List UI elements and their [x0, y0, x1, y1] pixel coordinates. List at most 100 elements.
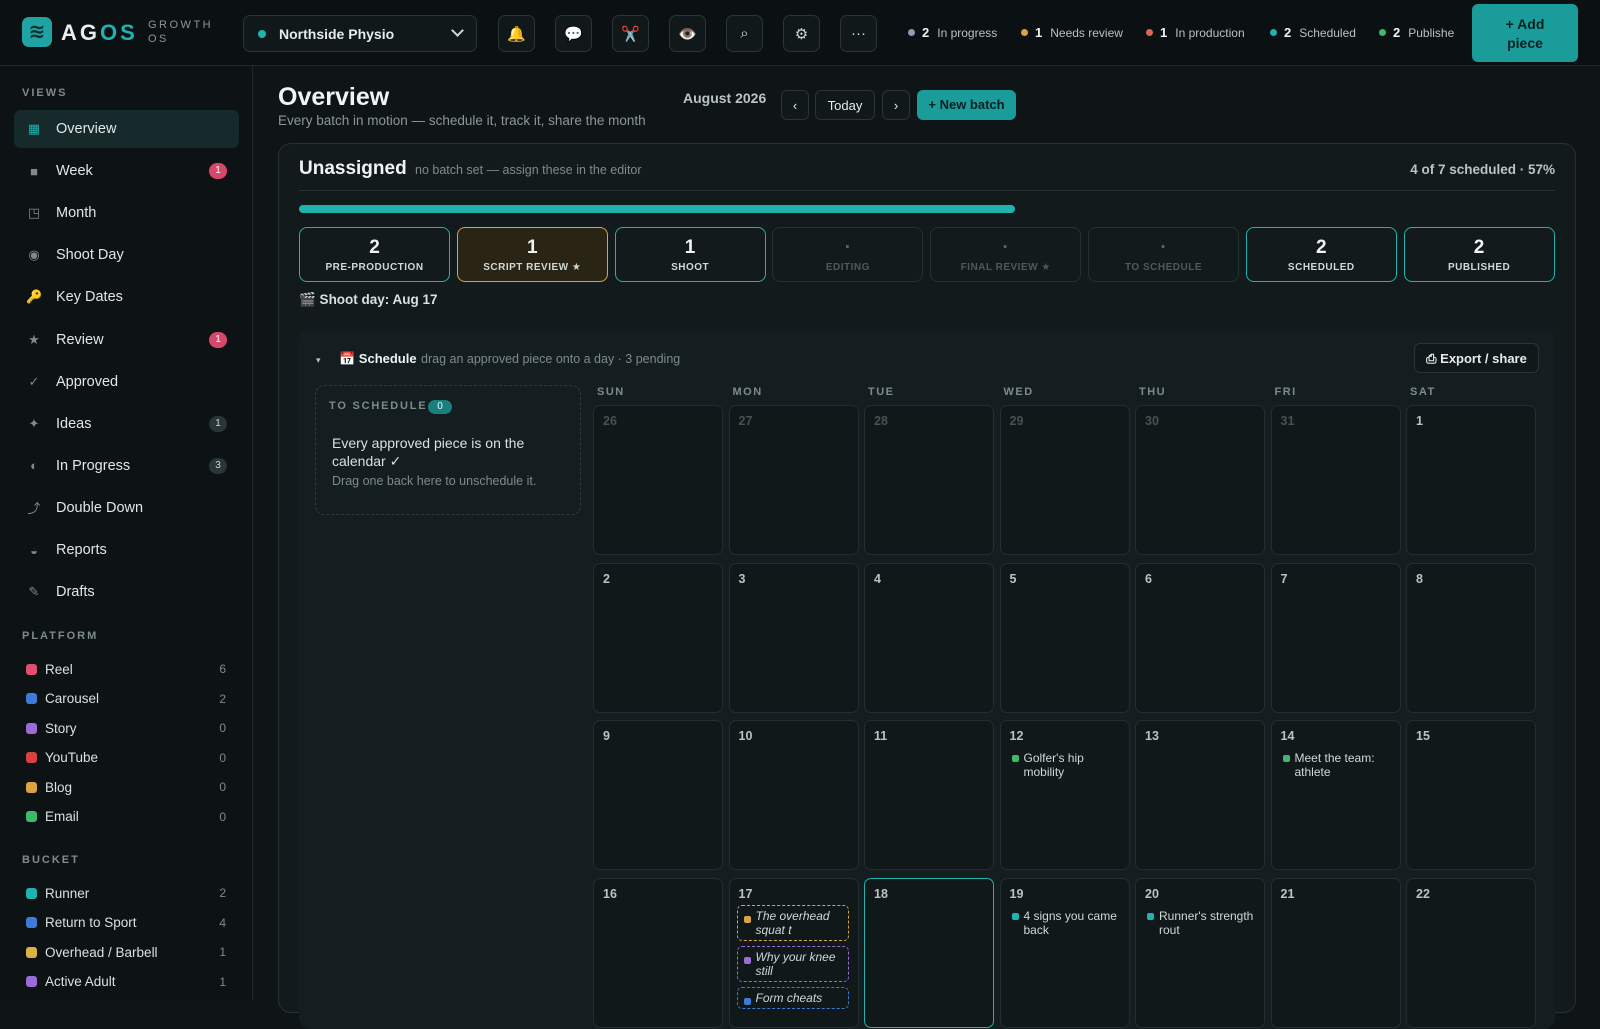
export-share-button[interactable]: ⎙ Export / share [1414, 343, 1539, 373]
calendar-day[interactable]: 11 [864, 720, 994, 871]
status-stat[interactable]: 2 Scheduled [1270, 25, 1356, 40]
sidebar-item-label: Drafts [56, 584, 95, 601]
calendar-day[interactable]: 22 [1406, 878, 1536, 1029]
calendar-day[interactable]: 8 [1406, 562, 1536, 713]
more-button[interactable]: ··· [840, 15, 877, 52]
prev-month-button[interactable]: ‹ [781, 90, 809, 120]
platform-youtube[interactable]: YouTube 0 [26, 748, 226, 768]
calendar-day[interactable]: 5 [999, 562, 1130, 713]
calendar-day[interactable]: 15 [1406, 720, 1536, 871]
calendar-day[interactable]: 7 [1270, 562, 1401, 713]
stage-card[interactable]: 2 PRE-PRODUCTION [299, 227, 450, 282]
calendar-day[interactable]: 1 [1406, 405, 1536, 555]
nav-icon: ✦ [28, 415, 40, 431]
calendar-day[interactable]: 3 [728, 562, 859, 713]
sidebar-item-approved[interactable]: ✓ Approved [14, 363, 239, 401]
platform-email[interactable]: Email 0 [26, 807, 226, 827]
collapse-caret-icon[interactable]: ▾ [316, 355, 321, 366]
scissors-button[interactable]: ✂️ [612, 15, 649, 52]
calendar-day[interactable]: 27 [728, 405, 859, 555]
status-stat[interactable]: 1 In production [1146, 25, 1245, 40]
calendar-day[interactable]: 12 Golfer's hip mobility [999, 720, 1130, 871]
day-number: 12 [1009, 729, 1024, 744]
count-badge: 1 [209, 415, 227, 432]
client-selector[interactable]: Northside Physio [243, 15, 477, 52]
sidebar-item-review[interactable]: ★ Review 1 [14, 321, 239, 359]
sidebar-item-ideas[interactable]: ✦ Ideas 1 [14, 405, 239, 443]
piece-color-dot [743, 916, 751, 924]
chevron-down-icon [451, 24, 464, 37]
calendar-day[interactable]: 6 [1135, 562, 1265, 713]
sidebar-item-week[interactable]: ■ Week 1 [14, 152, 239, 190]
next-month-button[interactable]: › [882, 90, 910, 120]
sidebar-item-label: Week [56, 163, 93, 180]
sidebar-item-shoot-day[interactable]: ◉ Shoot Day [14, 236, 239, 274]
sidebar-item-overview[interactable]: ▦ Overview [14, 110, 239, 148]
stage-card[interactable]: · TO SCHEDULE [1088, 227, 1239, 282]
gear-button[interactable]: ⚙ [783, 15, 820, 52]
calendar-day[interactable]: 10 [728, 720, 859, 871]
scheduled-piece[interactable]: Meet the team: athlete [1281, 751, 1393, 779]
bucket-return-to-sport[interactable]: Return to Sport 4 [26, 913, 226, 933]
stage-label: FINAL REVIEW ★ [960, 262, 1051, 273]
status-dot [908, 29, 915, 36]
platform-story[interactable]: Story 0 [26, 718, 226, 738]
calendar-day[interactable]: 17 The overhead squat t Why your knee stil… [728, 878, 859, 1029]
status-count: 1 [1160, 25, 1168, 40]
bucket-active-adult[interactable]: Active Adult 1 [26, 972, 226, 992]
pending-piece[interactable]: Why your knee still [736, 946, 849, 983]
calendar-day[interactable]: 13 [1135, 720, 1265, 871]
platform-reel[interactable]: Reel 6 [26, 659, 226, 679]
calendar-day[interactable]: 19 4 signs you came back [999, 878, 1130, 1029]
stage-card[interactable]: 1 SCRIPT REVIEW ★ [456, 227, 608, 282]
calendar-day[interactable]: 30 [1135, 405, 1265, 555]
chat-button[interactable]: 💬 [555, 15, 592, 52]
weekday-header: WED [1003, 386, 1034, 398]
stage-card[interactable]: 2 PUBLISHED [1403, 227, 1555, 282]
sidebar-item-in-progress[interactable]: ◐ In Progress 3 [14, 447, 239, 485]
platform-count: 2 [219, 691, 226, 706]
status-stat[interactable]: 2 In progress [908, 25, 997, 40]
stage-card[interactable]: · FINAL REVIEW ★ [930, 227, 1082, 282]
status-count: 2 [1284, 25, 1292, 40]
calendar-day[interactable]: 20 Runner's strength rout [1135, 878, 1265, 1029]
calendar-day[interactable]: 21 [1270, 878, 1401, 1029]
calendar-day[interactable]: 31 [1270, 405, 1401, 555]
new-batch-button[interactable]: + New batch [917, 90, 1016, 120]
calendar-day[interactable]: 14 Meet the team: athlete [1270, 720, 1401, 871]
stage-card[interactable]: · EDITING [772, 227, 924, 282]
day-number: 15 [1416, 729, 1430, 744]
scheduled-piece[interactable]: Runner's strength rout [1145, 909, 1257, 937]
calendar-day[interactable]: 29 [999, 405, 1130, 555]
calendar-day[interactable]: 2 [593, 562, 723, 713]
calendar-day[interactable]: 26 [593, 405, 723, 555]
bell-button[interactable]: 🔔 [498, 15, 535, 52]
pending-piece[interactable]: The overhead squat t [736, 905, 849, 942]
pending-piece[interactable]: Form cheats [736, 987, 849, 1010]
today-button[interactable]: Today [815, 90, 875, 120]
eye-button[interactable]: 👁️ [669, 15, 706, 52]
platform-carousel[interactable]: Carousel 2 [26, 689, 226, 709]
calendar-day[interactable]: 28 [864, 405, 994, 555]
calendar-day[interactable]: 16 [593, 878, 723, 1029]
add-piece-button[interactable]: + Add piece [1472, 4, 1578, 62]
scheduled-piece[interactable]: Golfer's hip mobility [1010, 751, 1122, 779]
calendar-day[interactable]: 9 [593, 720, 723, 871]
status-stat[interactable]: 1 Needs review [1021, 25, 1123, 40]
bucket-overhead-barbell[interactable]: Overhead / Barbell 1 [26, 942, 226, 962]
sidebar-item-drafts[interactable]: ✎ Drafts [14, 573, 239, 611]
calendar-day[interactable]: 4 [864, 562, 994, 713]
platform-blog[interactable]: Blog 0 [26, 777, 226, 797]
sidebar-item-double-down[interactable]: ⤴ Double Down [14, 489, 239, 527]
sidebar-item-reports[interactable]: ◒ Reports [14, 531, 239, 569]
bucket-runner[interactable]: Runner 2 [26, 883, 226, 903]
sidebar-item-month[interactable]: ◳ Month [14, 194, 239, 232]
stage-card[interactable]: 2 SCHEDULED [1245, 227, 1397, 282]
to-schedule-dropzone[interactable]: TO SCHEDULE 0 Every approved piece is on… [315, 385, 581, 515]
search-button[interactable]: ⌕ [726, 15, 763, 52]
scheduled-piece[interactable]: 4 signs you came back [1010, 909, 1122, 937]
calendar-day[interactable]: 18 [864, 878, 994, 1029]
stage-card[interactable]: 1 SHOOT [614, 227, 766, 282]
sidebar-item-key-dates[interactable]: 🔑 Key Dates [14, 278, 239, 316]
status-stat[interactable]: 2 Publishe [1379, 25, 1454, 40]
